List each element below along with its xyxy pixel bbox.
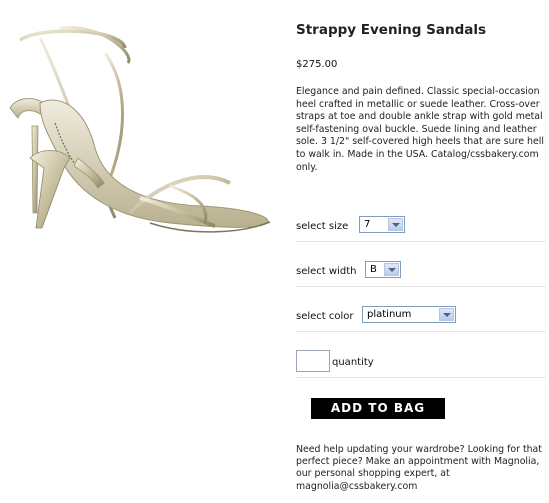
size-label: select size [296, 221, 349, 232]
quantity-label: quantity [332, 357, 374, 368]
help-text: Need help updating your wardrobe? Lookin… [296, 444, 542, 492]
chevron-down-icon[interactable] [388, 218, 403, 231]
quantity-input[interactable] [296, 350, 330, 372]
color-value: platinum [367, 309, 412, 320]
quantity-row: quantity [296, 350, 546, 378]
product-image [0, 8, 285, 248]
sandal-illustration [9, 25, 271, 233]
product-description: Elegance and pain defined. Classic speci… [296, 86, 544, 173]
size-row: select size 7 [296, 211, 546, 242]
color-row: select color platinum [296, 301, 546, 332]
size-select[interactable]: 7 [359, 216, 405, 233]
color-select[interactable]: platinum [362, 306, 456, 323]
width-select[interactable]: B [365, 261, 401, 278]
width-label: select width [296, 266, 357, 277]
size-value: 7 [364, 219, 371, 230]
width-value: B [370, 264, 377, 275]
add-to-bag-button[interactable]: ADD TO BAG [311, 398, 445, 419]
product-price: $275.00 [296, 59, 338, 70]
color-label: select color [296, 311, 354, 322]
width-row: select width B [296, 256, 546, 287]
product-title: Strappy Evening Sandals [296, 22, 487, 38]
chevron-down-icon[interactable] [384, 263, 399, 276]
chevron-down-icon[interactable] [439, 308, 454, 321]
